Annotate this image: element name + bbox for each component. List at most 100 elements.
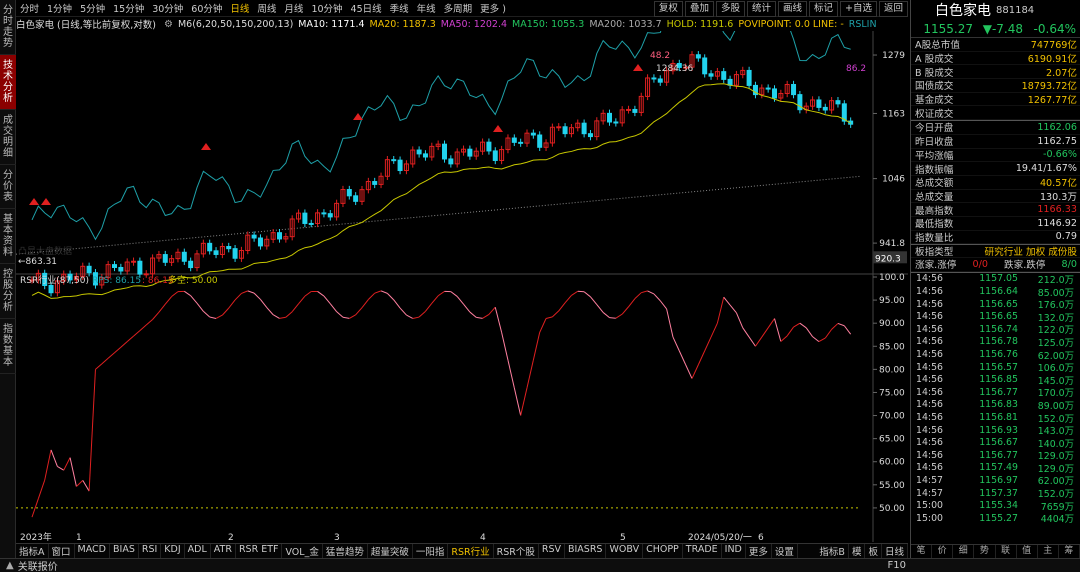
period-tab[interactable]: 月线	[280, 1, 307, 15]
tool-button[interactable]: 画线	[777, 0, 807, 17]
quote-bottom-tab[interactable]: 笔	[911, 545, 933, 558]
rsr-line-segment	[843, 325, 852, 335]
x-axis-label: 3	[334, 533, 340, 542]
tool-button[interactable]: 多股	[715, 0, 745, 17]
quote-bottom-tab[interactable]: 值	[1017, 545, 1038, 558]
tick-row: 14:56 1157.49 129.0万	[911, 462, 1080, 475]
candle-body	[772, 88, 777, 99]
stat-label: 国债成交	[915, 81, 954, 93]
board-type-values[interactable]: 研究行业 加权 成份股	[985, 244, 1077, 258]
quote-bottom-tab[interactable]: 筹	[1059, 545, 1080, 558]
indicator-tab[interactable]: 超量突破	[368, 544, 413, 558]
period-tab[interactable]: 30分钟	[148, 1, 187, 15]
quote-panel: 白色家电 881184 1155.27 ▼-7.48 -0.64% A股总市值 7…	[910, 0, 1080, 558]
tick-row: 15:00 1155.34 7659万	[911, 499, 1080, 513]
tool-button[interactable]: +自选	[840, 0, 877, 17]
candle-body	[613, 121, 619, 124]
stat-label: A股总市值	[915, 40, 960, 52]
rsr-line-segment	[786, 326, 794, 337]
chart-area[interactable]: 1279 1163 1046 941.8 920.3 ←863.31 1284.36 48.2…	[15, 0, 908, 543]
indicator-tab[interactable]: RSR个股	[494, 544, 539, 558]
stat-value: 40.57亿	[1039, 178, 1077, 190]
kline-svg[interactable]: 1279 1163 1046 941.8 920.3 ←863.31 1284.36 48.2…	[15, 0, 908, 543]
indicator-tab[interactable]: 指标A	[16, 544, 49, 558]
indicator-tab[interactable]: 窗口	[49, 544, 75, 558]
indicator-tab[interactable]: IND	[722, 544, 746, 558]
period-tab[interactable]: 1分钟	[43, 1, 76, 15]
period-tab[interactable]: 周线	[253, 1, 280, 15]
sidebar-item[interactable]: 技术分析	[0, 55, 16, 110]
period-tab[interactable]: 45日线	[347, 1, 386, 15]
period-tab[interactable]: 15分钟	[109, 1, 148, 15]
indicator-tab[interactable]: RSV	[539, 544, 565, 558]
indicator-tab-right[interactable]: 指标B	[816, 544, 849, 558]
rsr-line-segment	[818, 337, 826, 343]
period-tab[interactable]: 10分钟	[307, 1, 346, 15]
quote-bottom-tab[interactable]: 细	[953, 545, 975, 558]
indicator-tab[interactable]: 更多	[746, 544, 772, 558]
indicator-tab[interactable]: 设置	[772, 544, 798, 558]
sidebar-item[interactable]: 指数基本	[0, 319, 16, 374]
quote-bottom-tab[interactable]: 主	[1038, 545, 1059, 558]
candle-body	[581, 122, 587, 135]
indicator-tab[interactable]: RSI	[139, 544, 162, 558]
stat-label: 权证成交	[915, 108, 954, 120]
tool-button[interactable]: 叠加	[684, 0, 714, 17]
indicator-tab[interactable]: ATR	[211, 544, 236, 558]
quote-bottom-tab[interactable]: 价	[932, 545, 954, 558]
indicator-tab[interactable]: TRADE	[683, 544, 722, 558]
indicator-tab-right[interactable]: 板	[865, 544, 882, 558]
sidebar-item[interactable]: 分价表	[0, 165, 16, 209]
stat-row: A 股成交 6190.91亿	[911, 52, 1080, 66]
f10-label[interactable]: F10	[888, 560, 906, 571]
tool-button[interactable]: 复权	[653, 0, 683, 17]
indicator-tab[interactable]: MACD	[75, 544, 110, 558]
rsr-line-segment	[209, 316, 217, 319]
rs-end-label: 86.2	[846, 64, 866, 74]
rsr-line-segment	[552, 310, 560, 318]
price-box-label: 920.3	[875, 254, 901, 264]
stock-code: 881184	[996, 4, 1035, 16]
indicator-tab[interactable]: BIAS	[110, 544, 139, 558]
tool-button[interactable]: 标记	[809, 0, 839, 17]
indicator-tab[interactable]: WOBV	[606, 544, 644, 558]
tick-price: 1156.57	[979, 361, 1018, 373]
indicator-tab-right[interactable]: 模	[849, 544, 866, 558]
tool-button[interactable]: 统计	[746, 0, 776, 17]
quote-bottom-tab[interactable]: 联	[996, 545, 1017, 558]
speaker-icon[interactable]: ▲	[6, 560, 14, 571]
gear-icon[interactable]: ⚙	[164, 19, 173, 30]
indicator-tab[interactable]: ADL	[185, 544, 211, 558]
rsr-line-segment	[558, 302, 566, 312]
period-tab[interactable]: 5分钟	[76, 1, 109, 15]
tick-row: 15:00 1155.27 4404万	[911, 512, 1080, 526]
period-tab[interactable]: 日线	[226, 1, 253, 15]
period-tab[interactable]: 更多 )	[476, 1, 510, 15]
sidebar-item[interactable]: 分时走势	[0, 0, 16, 55]
tool-button[interactable]: 返回	[878, 0, 908, 17]
indicator-tab[interactable]: RSR行业	[448, 544, 494, 558]
period-tab[interactable]: 多周期	[440, 1, 477, 15]
indicator-tab[interactable]: CHOPP	[643, 544, 683, 558]
rsr-line-segment	[63, 457, 71, 471]
period-tab[interactable]: 年线	[413, 1, 440, 15]
sidebar-item[interactable]: 基本资料	[0, 209, 16, 264]
sidebar-item[interactable]: 控股分析	[0, 264, 16, 319]
rsr-line-segment	[50, 449, 58, 467]
indicator-tab[interactable]: 一阳指	[413, 544, 449, 558]
indicator-tab[interactable]: BIASRS	[565, 544, 607, 558]
tick-price: 1156.74	[979, 323, 1018, 335]
quote-bottom-tab[interactable]: 势	[974, 545, 996, 558]
period-tab[interactable]: 60分钟	[187, 1, 226, 15]
sidebar-item[interactable]: 成交明细	[0, 110, 16, 165]
rsr-line-segment	[95, 363, 103, 370]
indicator-tab[interactable]: 猛兽趋势	[323, 544, 368, 558]
rsr-line-segment	[729, 304, 737, 314]
tick-row: 14:56 1156.83 89.00万	[911, 399, 1080, 412]
indicator-tab-right[interactable]: 日线	[882, 544, 908, 558]
indicator-tab[interactable]: RSR ETF	[236, 544, 283, 558]
period-tab[interactable]: 季线	[386, 1, 413, 15]
period-tab[interactable]: 分时	[16, 1, 43, 15]
indicator-tab[interactable]: VOL_金	[282, 544, 323, 558]
indicator-tab[interactable]: KDJ	[161, 544, 185, 558]
